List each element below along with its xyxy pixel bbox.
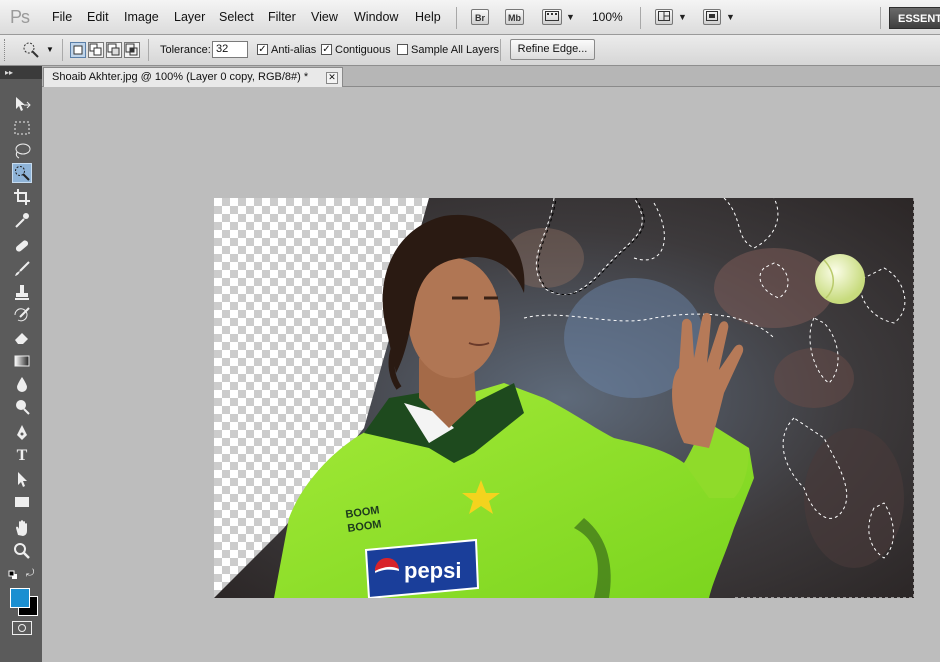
zoom-tool-icon[interactable] <box>12 541 32 561</box>
default-colors-icon[interactable] <box>8 569 18 579</box>
document-tab-strip: Shoaib Akhter.jpg @ 100% (Layer 0 copy, … <box>42 66 940 87</box>
eyedropper-tool-icon[interactable] <box>12 210 32 230</box>
tools-panel: ▸▸ T ⤾ <box>0 66 42 662</box>
document-tab[interactable]: Shoaib Akhter.jpg @ 100% (Layer 0 copy, … <box>43 67 343 87</box>
pepsi-logo-text: pepsi <box>404 558 461 583</box>
film-view-dropdown-icon[interactable]: ▼ <box>566 12 575 22</box>
workspace-switcher-button[interactable]: ESSENT <box>889 7 940 29</box>
sample-all-layers-label: Sample All Layers <box>411 44 500 56</box>
tool-preset-dropdown-icon[interactable]: ▼ <box>46 45 54 54</box>
pen-tool-icon[interactable] <box>12 423 32 443</box>
add-to-selection-icon[interactable] <box>88 42 104 58</box>
menu-image[interactable]: Image <box>124 10 159 24</box>
eraser-tool-icon[interactable] <box>12 327 32 347</box>
arrange-documents-icon[interactable] <box>655 9 673 25</box>
options-separator <box>62 39 63 61</box>
contiguous-checkbox[interactable]: ✓ <box>321 44 332 55</box>
clone-stamp-tool-icon[interactable] <box>12 282 32 302</box>
menu-help[interactable]: Help <box>415 10 441 24</box>
swap-colors-icon[interactable]: ⤾ <box>26 568 38 580</box>
subtract-from-selection-icon[interactable] <box>106 42 122 58</box>
contiguous-label: Contiguous <box>335 44 391 56</box>
hand-tool-icon[interactable] <box>12 518 32 538</box>
crop-tool-icon[interactable] <box>12 187 32 207</box>
zoom-level[interactable]: 100% <box>592 10 623 24</box>
options-separator <box>148 39 149 61</box>
anti-alias-label: Anti-alias <box>271 44 317 56</box>
mini-bridge-button[interactable]: Mb <box>505 9 524 25</box>
tolerance-label: Tolerance: <box>160 44 211 56</box>
history-brush-tool-icon[interactable] <box>12 305 32 325</box>
anti-alias-checkbox[interactable]: ✓ <box>257 44 268 55</box>
spot-healing-brush-icon[interactable] <box>12 236 32 256</box>
brush-tool-icon[interactable] <box>12 259 32 279</box>
tolerance-input[interactable]: 32 <box>212 41 248 58</box>
arrange-dropdown-icon[interactable]: ▼ <box>678 12 687 22</box>
canvas-image: BOOM BOOM pepsi <box>214 198 914 598</box>
path-selection-tool-icon[interactable] <box>12 469 32 489</box>
screen-mode-icon[interactable] <box>703 9 721 25</box>
quick-mask-icon[interactable] <box>12 621 32 635</box>
document-tab-title: Shoaib Akhter.jpg @ 100% (Layer 0 copy, … <box>52 71 309 83</box>
menu-separator <box>456 7 457 29</box>
foreground-color-swatch[interactable] <box>10 588 30 608</box>
photoshop-logo: Ps <box>10 7 30 27</box>
menu-edit[interactable]: Edit <box>87 10 109 24</box>
film-view-icon[interactable] <box>542 9 562 25</box>
menu-window[interactable]: Window <box>354 10 398 24</box>
dodge-tool-icon[interactable] <box>12 397 32 417</box>
new-selection-icon[interactable] <box>70 42 86 58</box>
menu-view[interactable]: View <box>311 10 338 24</box>
menu-file[interactable]: File <box>52 10 72 24</box>
screen-mode-dropdown-icon[interactable]: ▼ <box>726 12 735 22</box>
intersect-selection-icon[interactable] <box>124 42 140 58</box>
type-tool-icon[interactable]: T <box>12 446 32 466</box>
quick-selection-tool-icon[interactable] <box>12 163 32 183</box>
blur-tool-icon[interactable] <box>12 374 32 394</box>
options-bar: ▼ Tolerance: 32 ✓ Anti-alias ✓ Contiguou… <box>0 35 940 66</box>
rectangular-marquee-tool-icon[interactable] <box>12 118 32 138</box>
close-document-icon[interactable]: ✕ <box>326 72 338 84</box>
menu-separator <box>880 7 881 29</box>
quick-selection-tool-icon[interactable] <box>20 39 42 61</box>
menu-filter[interactable]: Filter <box>268 10 296 24</box>
menu-separator <box>640 7 641 29</box>
menu-layer[interactable]: Layer <box>174 10 205 24</box>
menu-select[interactable]: Select <box>219 10 254 24</box>
document-canvas[interactable]: BOOM BOOM pepsi <box>214 198 914 598</box>
tools-panel-collapse-icon[interactable]: ▸▸ <box>0 66 42 79</box>
cricket-ball <box>815 254 865 304</box>
menu-bar: Ps File Edit Image Layer Select Filter V… <box>0 0 940 35</box>
refine-edge-button[interactable]: Refine Edge... <box>510 39 595 60</box>
move-tool-icon[interactable] <box>12 94 32 114</box>
rectangle-tool-icon[interactable] <box>12 492 32 512</box>
options-bar-grip[interactable] <box>4 39 8 61</box>
gradient-tool-icon[interactable] <box>12 351 32 371</box>
sample-all-layers-checkbox[interactable] <box>397 44 408 55</box>
lasso-tool-icon[interactable] <box>12 141 32 161</box>
bridge-button[interactable]: Br <box>471 9 489 25</box>
options-separator <box>500 39 501 61</box>
